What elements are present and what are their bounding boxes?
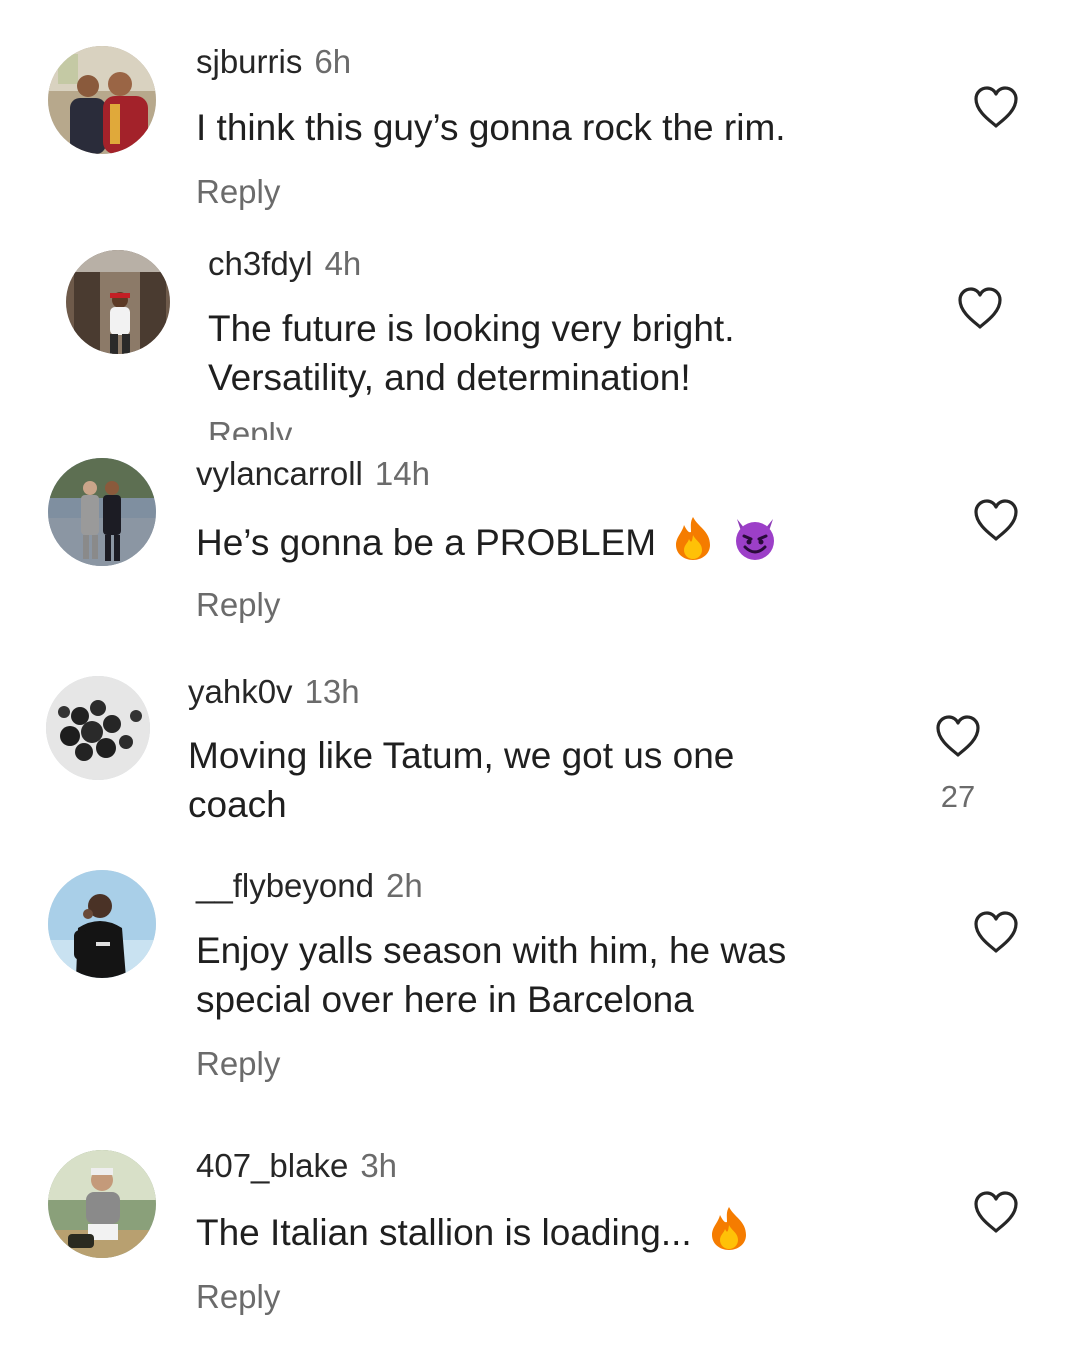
comment-text: Enjoy yalls season with him, he was spec… <box>196 930 787 1020</box>
avatar[interactable] <box>46 676 150 780</box>
comment-item: sjburris 6h I think this guy’s gonna rock… <box>0 0 1080 230</box>
username[interactable]: 407_blake <box>196 1147 348 1184</box>
username[interactable]: __flybeyond <box>196 867 374 904</box>
reply-button[interactable]: Reply <box>196 1277 280 1317</box>
like-control <box>966 498 1026 542</box>
comment-meta: 407_blake 3h <box>196 1146 397 1186</box>
like-control <box>966 1190 1026 1234</box>
like-count: 27 <box>940 779 976 814</box>
comment-item: 407_blake 3h The Italian stallion is load… <box>0 1140 1080 1350</box>
heart-outline-icon[interactable] <box>956 286 1004 330</box>
reply-button[interactable]: Reply <box>196 172 280 212</box>
like-control <box>966 910 1026 954</box>
comment-text: He’s gonna be a PROBLEM <box>196 515 896 573</box>
smiling-devil-emoji <box>731 515 779 573</box>
comment-meta: __flybeyond 2h <box>196 866 423 906</box>
comment-text-body: The Italian stallion is loading... <box>196 1212 692 1253</box>
like-control <box>950 286 1010 330</box>
timestamp: 14h <box>374 455 430 492</box>
heart-outline-icon[interactable] <box>972 498 1020 542</box>
heart-outline-icon[interactable] <box>972 910 1020 954</box>
comment-text: The future is looking very bright. Versa… <box>208 308 735 398</box>
comment-text: I think this guy’s gonna rock the rim. <box>196 107 786 148</box>
comment-meta: sjburris 6h <box>196 42 351 82</box>
heart-outline-icon[interactable] <box>972 85 1020 129</box>
like-control: 27 <box>928 714 988 816</box>
reply-clip: Reply <box>208 422 292 440</box>
timestamp: 4h <box>324 245 362 282</box>
like-control <box>966 85 1026 129</box>
timestamp: 3h <box>360 1147 398 1184</box>
username[interactable]: sjburris <box>196 43 302 80</box>
timestamp: 6h <box>314 43 352 80</box>
reply-button[interactable]: Reply <box>196 1044 280 1084</box>
comment-item: vylancarroll 14h He’s gonna be a PROBLEM … <box>0 444 1080 654</box>
comment-item: __flybeyond 2h Enjoy yalls season with hi… <box>0 864 1080 1104</box>
avatar[interactable] <box>48 46 156 154</box>
comment-text: Moving like Tatum, we got us one coach <box>188 735 735 825</box>
comment-text-body: He’s gonna be a PROBLEM <box>196 522 657 563</box>
timestamp: 2h <box>385 867 423 904</box>
comment-text: The Italian stallion is loading... <box>196 1205 916 1263</box>
timestamp: 13h <box>304 673 360 710</box>
heart-outline-icon[interactable] <box>972 1190 1020 1234</box>
avatar[interactable] <box>48 458 156 566</box>
fire-emoji <box>708 1205 750 1263</box>
comment-item: yahk0v 13h Moving like Tatum, we got us o… <box>0 660 1080 860</box>
fire-emoji <box>672 515 714 573</box>
username[interactable]: yahk0v <box>188 673 293 710</box>
comment-meta: yahk0v 13h <box>188 672 360 712</box>
username[interactable]: vylancarroll <box>196 455 363 492</box>
reply-button[interactable]: Reply <box>196 585 280 625</box>
reply-button[interactable]: Reply <box>208 422 292 440</box>
avatar[interactable] <box>66 250 170 354</box>
comment-meta: ch3fdyl 4h <box>208 244 361 284</box>
avatar[interactable] <box>48 870 156 978</box>
comment-item: ch3fdyl 4h The future is looking very bri… <box>0 232 1080 442</box>
heart-outline-icon[interactable] <box>934 714 982 758</box>
comment-meta: vylancarroll 14h <box>196 454 430 494</box>
username[interactable]: ch3fdyl <box>208 245 313 282</box>
avatar[interactable] <box>48 1150 156 1258</box>
